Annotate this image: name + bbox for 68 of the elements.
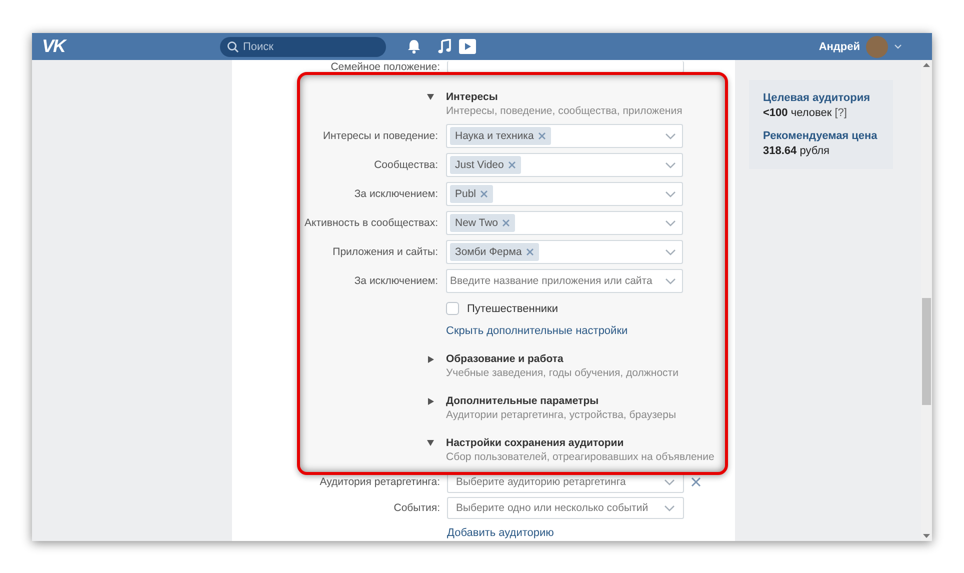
price-title: Рекомендуемая цена (763, 130, 878, 142)
section-title[interactable]: Интересы (446, 91, 725, 103)
field-label: Аудитория ретаргетинга: (318, 476, 440, 488)
collapsed-triangle-icon[interactable] (428, 398, 434, 404)
tag[interactable]: New Two (450, 214, 515, 232)
remove-icon[interactable] (508, 161, 516, 169)
field-label: События: (392, 502, 440, 514)
chevron-down-icon[interactable] (665, 132, 676, 140)
help-link[interactable]: [?] (834, 107, 847, 119)
remove-icon[interactable] (526, 248, 534, 256)
tag[interactable]: Publ (450, 185, 494, 203)
chevron-down-icon[interactable] (665, 190, 676, 198)
user-name[interactable]: Андрей (818, 40, 860, 52)
field-label: Приложения и сайты: (332, 246, 438, 258)
select-field[interactable]: Введите название приложения или сайта (446, 269, 683, 293)
caret-icon[interactable] (894, 44, 902, 49)
checkbox-label: Путешественники (467, 302, 558, 314)
checkbox[interactable] (446, 302, 459, 315)
collapsed-triangle-icon[interactable] (428, 356, 434, 362)
video-icon[interactable] (459, 39, 476, 54)
section-title[interactable]: Дополнительные параметры (446, 395, 725, 407)
select-field[interactable]: Выберите одно или несколько событий (447, 497, 684, 519)
section-title[interactable]: Образование и работа (446, 353, 725, 365)
select-field[interactable]: Just Video (446, 153, 683, 177)
chevron-down-icon[interactable] (665, 220, 676, 226)
tag[interactable]: Зомби Ферма (450, 243, 539, 261)
field-label: Интересы и поведение: (322, 130, 438, 142)
field-label: Семейное положение: (330, 61, 440, 73)
section-title[interactable]: Настройки сохранения аудитории (446, 437, 725, 449)
audience-title: Целевая аудитория (763, 92, 872, 104)
section-subtitle: Аудитории ретаргетинга, устройства, браузеры (446, 408, 678, 423)
remove-icon[interactable] (480, 190, 488, 198)
chevron-down-icon[interactable] (665, 278, 676, 284)
price-value: 318.64 рубля (763, 145, 831, 157)
field-label: За исключением: (353, 188, 438, 200)
tag[interactable]: Just Video (450, 156, 521, 174)
scrollbar-thumb[interactable] (922, 298, 931, 405)
chevron-down-icon[interactable] (665, 248, 676, 256)
field-label: За исключением: (353, 275, 438, 287)
search-field[interactable]: Поиск (220, 36, 386, 56)
chevron-down-icon[interactable] (664, 478, 675, 486)
expanded-triangle-icon[interactable] (427, 94, 434, 100)
tag[interactable]: Наука и техника (450, 127, 551, 145)
hide-settings-link[interactable]: Скрыть дополнительные настройки (446, 325, 628, 337)
select-field[interactable]: Publ (446, 182, 683, 206)
music-note-icon[interactable] (438, 39, 451, 54)
select-field[interactable]: New Two (446, 211, 683, 235)
add-audience-link[interactable]: Добавить аудиторию (447, 527, 554, 539)
select-field[interactable]: Зомби Ферма (446, 240, 683, 264)
remove-icon[interactable] (538, 132, 546, 140)
close-icon[interactable] (691, 477, 701, 487)
scroll-up-icon[interactable] (923, 63, 930, 67)
chevron-down-icon[interactable] (664, 504, 675, 512)
audience-count: <100 человек [?] (763, 107, 848, 119)
field-label: Активность в сообществах: (304, 217, 438, 229)
expanded-triangle-icon[interactable] (427, 440, 434, 446)
scrollbar[interactable] (921, 60, 932, 541)
select-field[interactable]: Наука и техника (446, 124, 683, 148)
remove-icon[interactable] (502, 219, 510, 227)
field-label: Сообщества: (373, 159, 438, 171)
section-subtitle: Учебные заведения, годы обучения, должности (446, 366, 680, 381)
bell-icon[interactable] (407, 39, 421, 54)
chevron-down-icon[interactable] (665, 162, 676, 168)
section-subtitle: Интересы, поведение, сообщества, приложения (446, 104, 684, 119)
logo[interactable]: VK (42, 36, 70, 57)
scroll-down-icon[interactable] (923, 534, 930, 538)
section-subtitle: Сбор пользователей, отреагировавших на объявление (446, 450, 716, 465)
search-icon[interactable] (227, 40, 239, 52)
